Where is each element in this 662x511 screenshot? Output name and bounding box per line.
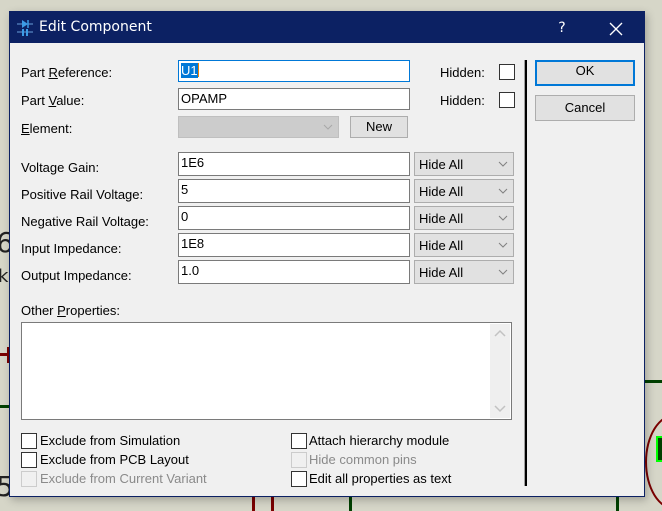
option-checkbox[interactable] [291,471,307,487]
schematic-wire [271,497,274,511]
property-label: Negative Rail Voltage: [21,214,149,229]
chevron-down-icon [498,242,508,248]
part-value-hidden-label: Hidden: [440,93,485,108]
checkbox-label[interactable]: Exclude from PCB Layout [40,452,189,467]
property-visibility-value: Hide All [419,238,464,253]
close-button[interactable] [602,17,630,39]
option-checkbox [291,452,307,468]
exclude-checkbox [21,471,37,487]
chevron-down-icon [323,124,333,130]
property-visibility-value: Hide All [419,184,464,199]
schematic-wire [0,405,9,408]
part-reference-input[interactable]: U1 [178,60,410,82]
property-label: Input Impedance: [21,241,122,256]
schematic-pin [656,436,662,462]
chevron-down-icon [498,188,508,194]
window-title: Edit Component [39,19,152,35]
checkbox-label: Hide common pins [309,452,417,467]
exclude-checkbox[interactable] [21,452,37,468]
part-value-label: Part Value: [21,93,85,108]
component-icon [17,20,33,36]
schematic-wire [616,497,619,511]
close-icon [609,22,623,36]
property-visibility-value: Hide All [419,265,464,280]
part-value-hidden-checkbox[interactable] [499,92,515,108]
part-value-input[interactable]: OPAMP [178,88,410,110]
property-value-input[interactable]: 1E6 [178,152,410,176]
exclude-checkbox[interactable] [21,433,37,449]
property-value-input[interactable]: 1E8 [178,233,410,257]
property-visibility-select[interactable]: Hide All [414,260,514,284]
vertical-scrollbar[interactable] [490,324,510,418]
property-visibility-select[interactable]: Hide All [414,179,514,203]
ok-button[interactable]: OK [535,60,635,86]
checkbox-label[interactable]: Exclude from Simulation [40,433,180,448]
schematic-wire [252,497,255,511]
part-reference-label: Part Reference: [21,65,113,80]
property-value-input[interactable]: 5 [178,179,410,203]
scroll-up-icon[interactable] [494,329,506,339]
chevron-down-icon [498,161,508,167]
property-label: Positive Rail Voltage: [21,187,144,202]
text-caret [197,63,199,77]
part-reference-value: U1 [181,63,198,78]
cancel-button[interactable]: Cancel [535,95,635,121]
edit-component-dialog: Edit Component ? Part Reference: U1 Hidd… [9,11,645,497]
help-button[interactable]: ? [550,17,574,39]
chevron-down-icon [498,269,508,275]
property-visibility-value: Hide All [419,211,464,226]
chevron-down-icon [498,215,508,221]
title-bar[interactable]: Edit Component ? [10,12,644,43]
new-element-button[interactable]: New [350,116,408,138]
property-value-input[interactable]: 0 [178,206,410,230]
scroll-down-icon[interactable] [494,403,506,413]
schematic-circle [645,414,662,510]
other-properties-textarea[interactable] [21,322,512,420]
element-select[interactable] [178,116,339,138]
part-reference-hidden-checkbox[interactable] [499,64,515,80]
option-checkbox[interactable] [291,433,307,449]
part-reference-hidden-label: Hidden: [440,65,485,80]
property-value-input[interactable]: 1.0 [178,260,410,284]
schematic-label: k [0,266,9,287]
checkbox-label[interactable]: Edit all properties as text [309,471,451,486]
property-visibility-select[interactable]: Hide All [414,233,514,257]
checkbox-label[interactable]: Attach hierarchy module [309,433,449,448]
property-visibility-select[interactable]: Hide All [414,152,514,176]
checkbox-label: Exclude from Current Variant [40,471,207,486]
property-visibility-value: Hide All [419,157,464,172]
schematic-wire [645,380,662,383]
element-label: Element: [21,121,73,136]
other-properties-label: Other Properties: [21,303,120,318]
property-label: Voltage Gain: [21,160,100,175]
property-visibility-select[interactable]: Hide All [414,206,514,230]
schematic-wire [349,497,352,511]
property-label: Output Impedance: [21,268,132,283]
vertical-separator [524,60,527,486]
